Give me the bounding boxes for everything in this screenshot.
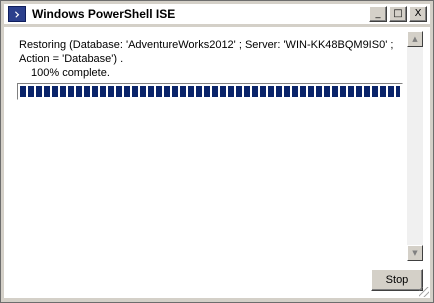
close-button[interactable]: X	[409, 6, 427, 22]
maximize-button[interactable]: □	[389, 6, 407, 22]
resize-grip-icon[interactable]	[419, 287, 429, 297]
window-title: Windows PowerShell ISE	[32, 7, 176, 21]
vertical-scrollbar[interactable]: ▲ ▼	[407, 31, 423, 261]
status-line-3: 100% complete.	[31, 67, 110, 79]
powershell-icon	[8, 6, 26, 22]
window-controls: _ □ X	[367, 6, 427, 22]
status-line-2: Action = 'Database') .	[19, 53, 124, 65]
status-line-1: Restoring (Database: 'AdventureWorks2012…	[19, 39, 394, 51]
minimize-button[interactable]: _	[369, 6, 387, 22]
progress-fill	[20, 86, 400, 97]
stop-button[interactable]: Stop	[371, 269, 423, 291]
progress-window: Windows PowerShell ISE _ □ X Restoring (…	[0, 0, 434, 303]
scroll-up-icon[interactable]: ▲	[407, 31, 423, 47]
content-area: Restoring (Database: 'AdventureWorks2012…	[4, 27, 430, 298]
status-message: Restoring (Database: 'AdventureWorks2012…	[19, 38, 399, 80]
progress-bar	[17, 83, 403, 100]
title-bar[interactable]: Windows PowerShell ISE _ □ X	[4, 4, 430, 24]
scroll-down-icon[interactable]: ▼	[407, 245, 423, 261]
